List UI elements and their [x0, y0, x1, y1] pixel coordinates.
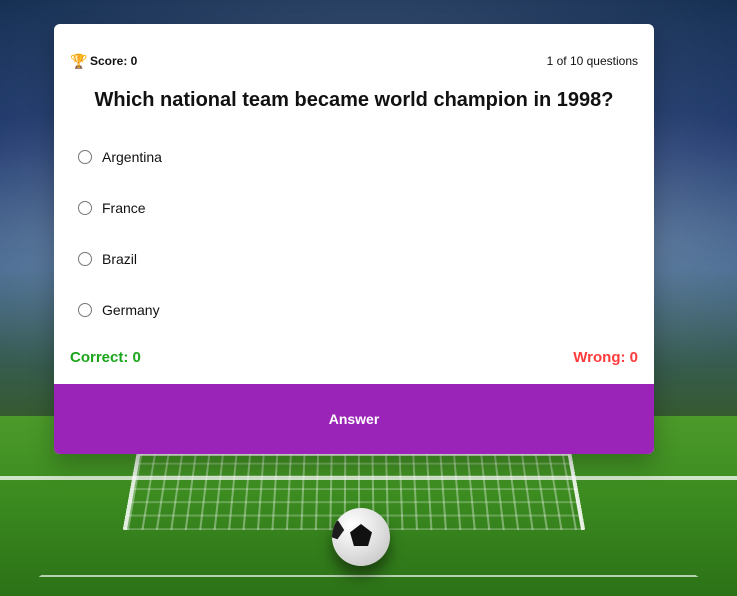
answer-button[interactable]: Answer [54, 384, 654, 454]
question-text: Which national team became world champio… [94, 89, 614, 111]
trophy-icon: 🏆 [70, 53, 88, 69]
option-label[interactable]: Argentina [102, 149, 162, 165]
option-label[interactable]: Germany [102, 302, 160, 318]
option-label[interactable]: Brazil [102, 251, 137, 267]
question-progress: 1 of 10 questions [546, 54, 638, 68]
quiz-header: 🏆 Score: 0 1 of 10 questions [70, 52, 638, 70]
score-label: Score: 0 [90, 54, 138, 68]
results-summary: Correct: 0 Wrong: 0 [70, 347, 638, 367]
radio-button[interactable] [78, 201, 92, 215]
score: 🏆 Score: 0 [70, 54, 137, 68]
soccer-ball-image [332, 508, 390, 566]
answer-option[interactable]: Argentina [78, 146, 598, 197]
correct-count: Correct: 0 [70, 348, 141, 366]
wrong-count: Wrong: 0 [573, 348, 638, 366]
quiz-card: 🏆 Score: 0 1 of 10 questions Which natio… [54, 24, 654, 454]
radio-button[interactable] [78, 303, 92, 317]
radio-button[interactable] [78, 252, 92, 266]
answer-options: Argentina France Brazil Germany [78, 146, 598, 350]
answer-option[interactable]: Brazil [78, 248, 598, 299]
option-label[interactable]: France [102, 200, 146, 216]
radio-button[interactable] [78, 150, 92, 164]
answer-option[interactable]: Germany [78, 299, 598, 350]
answer-option[interactable]: France [78, 197, 598, 248]
